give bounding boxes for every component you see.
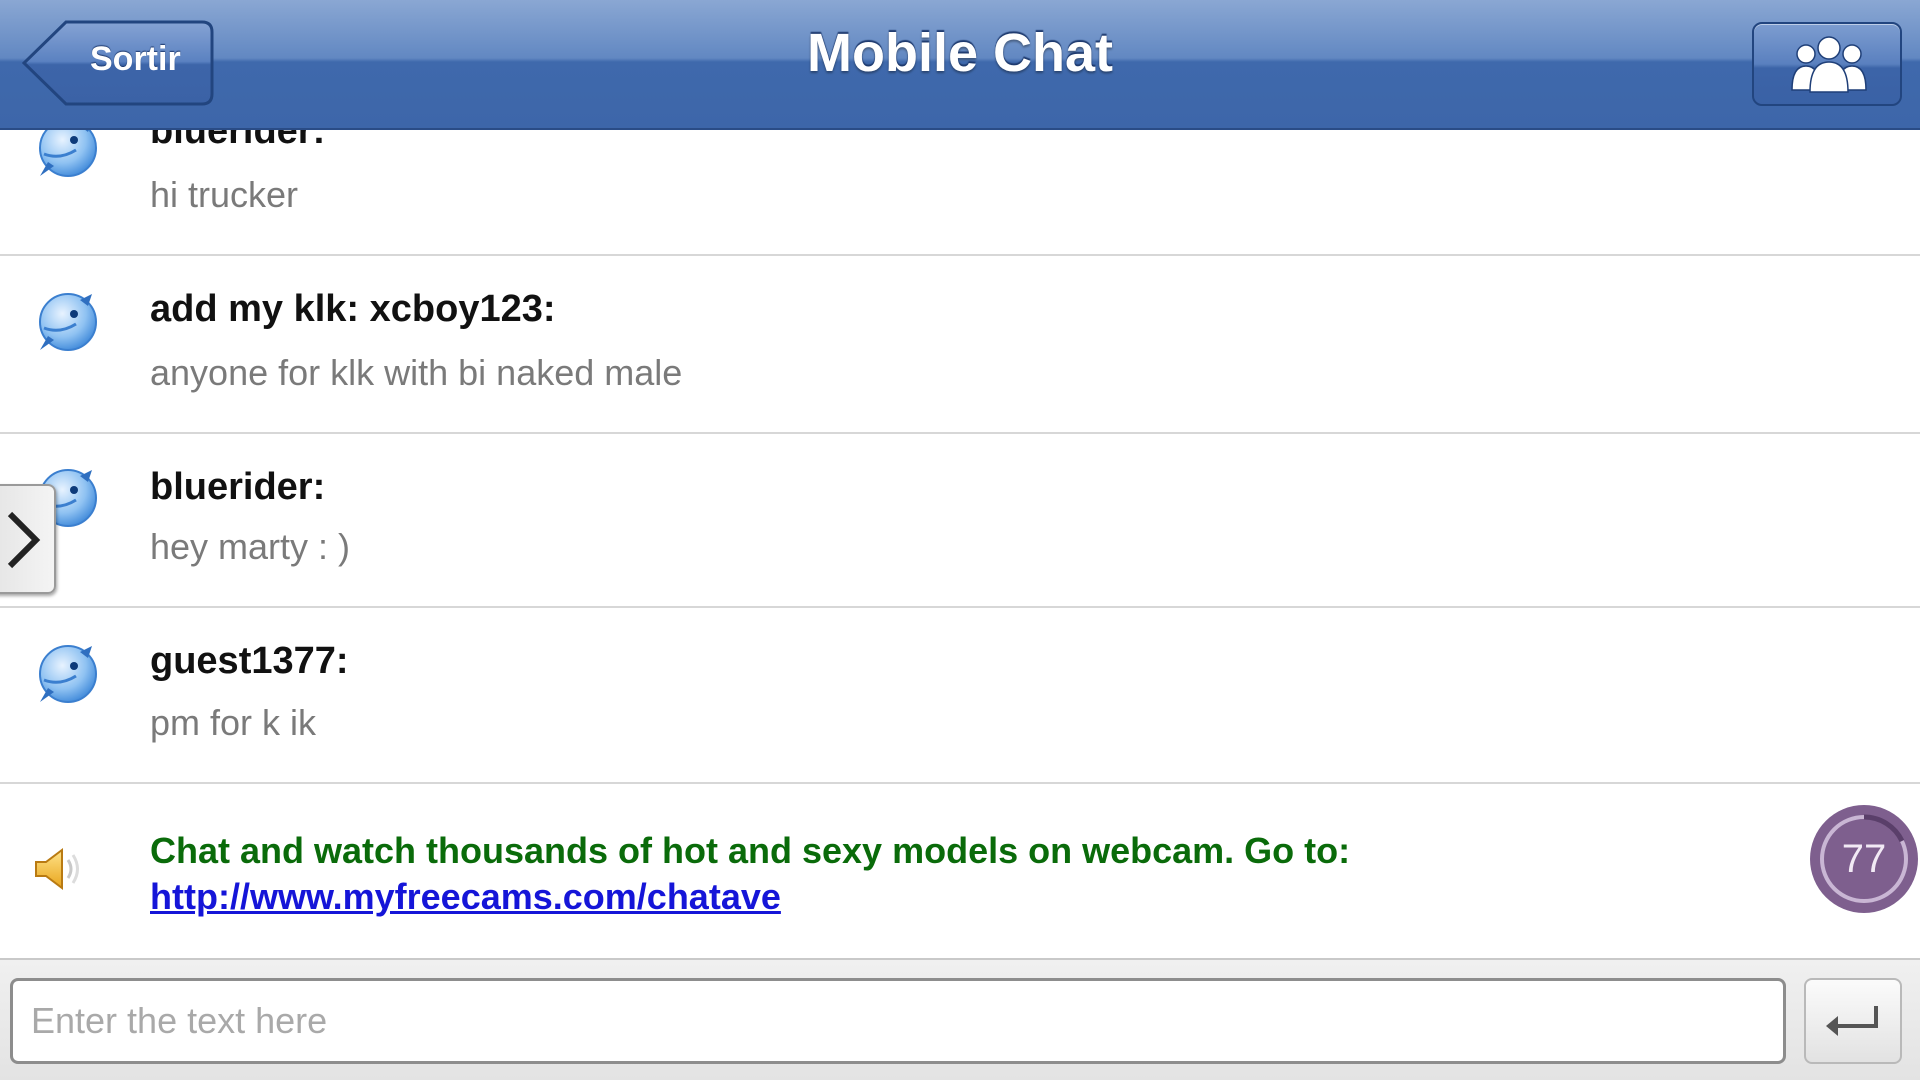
bird-avatar-icon bbox=[39, 130, 97, 177]
bird-avatar-icon bbox=[39, 293, 97, 351]
message-item: guest1377: pm for k ik bbox=[0, 608, 1920, 784]
user-count-label: 77 bbox=[1841, 837, 1887, 881]
message-composer bbox=[0, 958, 1920, 1080]
app-header: Sortir Mobile Chat bbox=[0, 0, 1920, 130]
message-input[interactable] bbox=[10, 978, 1786, 1064]
promo-message: Chat and watch thousands of hot and sexy… bbox=[0, 790, 1920, 956]
side-drawer-toggle[interactable] bbox=[0, 484, 56, 594]
message-text: hi trucker bbox=[150, 174, 299, 215]
promo-text: Chat and watch thousands of hot and sexy… bbox=[150, 830, 1351, 871]
message-item: bluerider: hey marty : ) bbox=[0, 434, 1920, 608]
message-item: bluerider: hi trucker bbox=[0, 130, 1920, 256]
message-text: pm for k ik bbox=[150, 702, 317, 743]
message-author: add my klk: xcboy123: bbox=[150, 288, 556, 330]
message-author: bluerider: bbox=[150, 466, 326, 508]
message-text: anyone for klk with bi naked male bbox=[150, 352, 683, 393]
message-author: guest1377: bbox=[150, 640, 349, 682]
enter-return-icon bbox=[1826, 1006, 1878, 1036]
message-item: add my klk: xcboy123: anyone for klk wit… bbox=[0, 256, 1920, 434]
page-title: Mobile Chat bbox=[807, 23, 1113, 83]
chevron-right-icon bbox=[7, 511, 41, 569]
message-list[interactable]: bluerider: hi trucker add my klk: xcboy1… bbox=[0, 130, 1920, 958]
message-text: hey marty : ) bbox=[150, 526, 351, 567]
bird-avatar-icon bbox=[39, 645, 97, 703]
promo-link[interactable]: http://www.myfreecams.com/chatave bbox=[150, 876, 781, 918]
users-list-button[interactable] bbox=[1752, 22, 1902, 106]
users-group-icon bbox=[1791, 36, 1867, 93]
speaker-icon bbox=[35, 848, 79, 890]
send-button[interactable] bbox=[1804, 978, 1902, 1064]
message-author: bluerider: bbox=[150, 130, 326, 152]
user-count-badge[interactable]: 77 bbox=[1810, 805, 1918, 913]
